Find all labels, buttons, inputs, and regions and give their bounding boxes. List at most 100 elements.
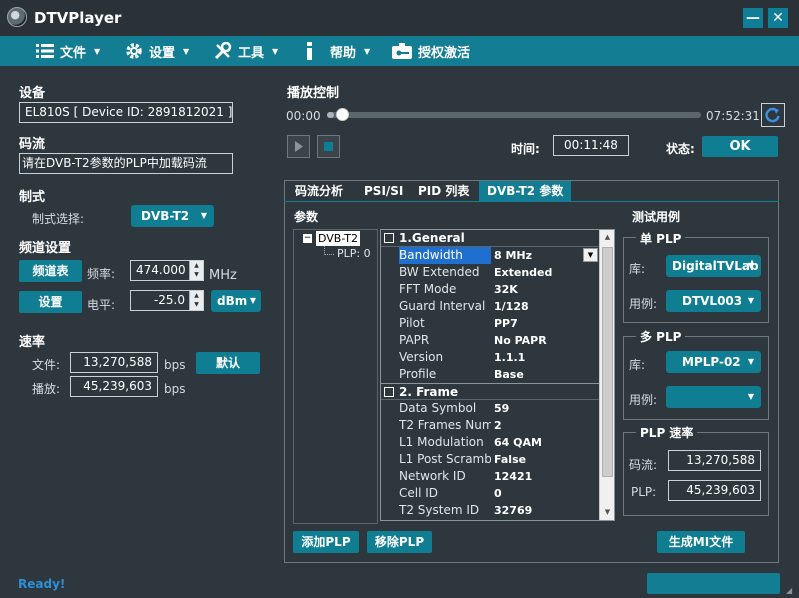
menu-file[interactable]: 文件 ▼ <box>36 36 100 66</box>
chevron-down-icon: ▼ <box>200 211 207 220</box>
multi-lib-select[interactable]: MPLP-02 ▼ <box>666 351 761 373</box>
scroll-down-icon[interactable]: ▼ <box>601 505 614 520</box>
plp-stream-rate-field[interactable]: 13,270,588 <box>668 450 761 471</box>
stream-field[interactable]: 请在DVB-T2参数的PLP中加载码流 <box>19 153 233 174</box>
playback-progress-handle[interactable] <box>336 108 350 121</box>
property-name: Version <box>399 350 444 364</box>
add-plp-button[interactable]: 添加PLP <box>293 531 359 553</box>
property-row[interactable]: Network ID 12421 <box>381 468 601 485</box>
multi-case-select[interactable]: ▼ <box>666 386 761 408</box>
property-row[interactable]: Profile Base <box>381 366 601 383</box>
group-general-header[interactable]: 1.General <box>381 230 601 247</box>
standard-select[interactable]: DVB-T2 ▼ <box>131 205 214 227</box>
play-rate-field[interactable]: 45,239,603 <box>70 376 158 397</box>
playback-progress-track[interactable] <box>327 108 701 121</box>
collapse-icon[interactable] <box>384 387 394 397</box>
level-unit-select[interactable]: dBm ▼ <box>211 290 261 312</box>
single-case-select[interactable]: DTVL003 ▼ <box>666 290 761 312</box>
time-label: 时间: <box>511 142 540 156</box>
property-row[interactable]: Pilot PP7 <box>381 315 601 332</box>
tab-dvbt2-params[interactable]: DVB-T2 参数 <box>479 181 572 201</box>
freq-spinner[interactable]: ▲ ▼ <box>189 261 203 280</box>
remove-plp-button[interactable]: 移除PLP <box>367 531 432 553</box>
plp-rate-field[interactable]: 45,239,603 <box>668 480 761 501</box>
spin-up-icon: ▲ <box>194 262 199 269</box>
property-row[interactable]: L1 Post Scramb False <box>381 451 601 468</box>
property-value[interactable]: 32769 <box>491 502 601 519</box>
channel-section-title: 频道设置 <box>19 241 72 256</box>
rate-section-title: 速率 <box>19 335 46 350</box>
property-value[interactable]: False <box>491 451 601 468</box>
close-button[interactable]: ✕ <box>768 8 788 28</box>
property-value[interactable]: 59 <box>491 400 601 417</box>
menu-activate[interactable]: 授权激活 <box>392 36 470 66</box>
property-name: PAPR <box>399 333 430 347</box>
property-name: Cell ID <box>399 486 439 500</box>
freq-input[interactable]: 474.000 ▲ ▼ <box>130 260 204 281</box>
level-unit-value: dBm <box>217 294 248 308</box>
property-value[interactable]: 12421 <box>491 468 601 485</box>
property-row[interactable]: FFT Mode 32K <box>381 281 601 298</box>
property-row[interactable]: Cell ID 0 <box>381 485 601 502</box>
minimize-button[interactable]: — <box>743 8 763 28</box>
property-row[interactable]: T2 Frames Num 2 <box>381 417 601 434</box>
property-row[interactable]: Bandwidth 8 MHz <box>381 247 601 264</box>
plp-rate-label: PLP: <box>631 485 657 499</box>
level-input-value: -25.0 <box>153 293 185 307</box>
property-value[interactable]: 1/128 <box>491 298 601 315</box>
property-row[interactable]: Data Symbol 59 <box>381 400 601 417</box>
property-row[interactable]: L1 Modulation 64 QAM <box>381 434 601 451</box>
property-row[interactable]: Version 1.1.1 <box>381 349 601 366</box>
collapse-icon[interactable] <box>384 233 394 243</box>
standard-section-title: 制式 <box>19 190 46 205</box>
property-grid[interactable]: 1.General Bandwidth 8 MHz BW Extended Exten… <box>380 229 615 521</box>
property-value[interactable]: 32K <box>491 281 601 298</box>
tree-node-root[interactable]: DVB-T2 <box>316 231 361 246</box>
group-frame-header[interactable]: 2. Frame <box>381 383 601 400</box>
stop-button[interactable] <box>317 135 340 158</box>
freq-label: 频率: <box>87 267 116 281</box>
menu-help[interactable]: 帮助 ▼ <box>304 36 370 66</box>
tab-stream-analysis[interactable]: 码流分析 <box>287 181 351 201</box>
generate-mi-file-button[interactable]: 生成MI文件 <box>657 531 745 553</box>
single-lib-select[interactable]: DigitalTVLab ▼ <box>666 255 761 277</box>
tab-psi-si[interactable]: PSI/SI <box>356 181 411 201</box>
property-row[interactable]: T2 System ID 32769 <box>381 502 601 519</box>
play-button[interactable] <box>287 135 310 158</box>
bandwidth-dropdown-button[interactable]: ▼ <box>583 248 598 262</box>
property-value[interactable]: No PAPR <box>491 332 601 349</box>
scroll-thumb[interactable] <box>602 247 613 477</box>
default-rate-button[interactable]: 默认 <box>196 352 260 374</box>
property-row[interactable]: PAPR No PAPR <box>381 332 601 349</box>
params-tree[interactable]: − DVB-T2 PLP: 0 <box>293 229 378 524</box>
property-name: Guard Interval <box>399 299 486 313</box>
channel-table-button[interactable]: 频道表 <box>19 260 82 282</box>
property-value[interactable]: PP7 <box>491 315 601 332</box>
menu-tools[interactable]: 工具 ▼ <box>214 36 278 66</box>
property-value[interactable]: 1.1.1 <box>491 349 601 366</box>
property-value[interactable]: Base <box>491 366 601 383</box>
file-rate-field[interactable]: 13,270,588 <box>70 352 158 373</box>
property-row[interactable]: Guard Interval 1/128 <box>381 298 601 315</box>
property-row[interactable]: BW Extended Extended <box>381 264 601 281</box>
property-value[interactable]: 2 <box>491 417 601 434</box>
property-name: T2 Frames Num <box>399 418 491 432</box>
tab-pid-list[interactable]: PID 列表 <box>410 181 477 201</box>
params-label: 参数 <box>294 210 319 224</box>
device-field[interactable]: EL810S [ Device ID: 2891812021 ] <box>19 102 233 123</box>
property-value[interactable]: 64 QAM <box>491 434 601 451</box>
collapse-icon[interactable]: − <box>303 234 312 243</box>
standard-label: 制式选择: <box>32 212 85 226</box>
refresh-button[interactable] <box>761 103 785 127</box>
resize-grip-icon[interactable]: ◢ <box>786 586 796 596</box>
level-spinner[interactable]: ▲ ▼ <box>189 291 203 310</box>
property-value[interactable]: Extended <box>491 264 601 281</box>
grid-scrollbar[interactable]: ▲ ▼ <box>599 230 614 520</box>
scroll-up-icon[interactable]: ▲ <box>601 230 614 245</box>
level-input[interactable]: -25.0 ▲ ▼ <box>130 290 204 311</box>
tree-node-plp[interactable]: PLP: 0 <box>337 247 371 260</box>
property-name: Network ID <box>399 469 466 483</box>
property-value[interactable]: 0 <box>491 485 601 502</box>
menu-settings[interactable]: 设置 ▼ <box>125 36 189 66</box>
set-button[interactable]: 设置 <box>19 291 82 313</box>
